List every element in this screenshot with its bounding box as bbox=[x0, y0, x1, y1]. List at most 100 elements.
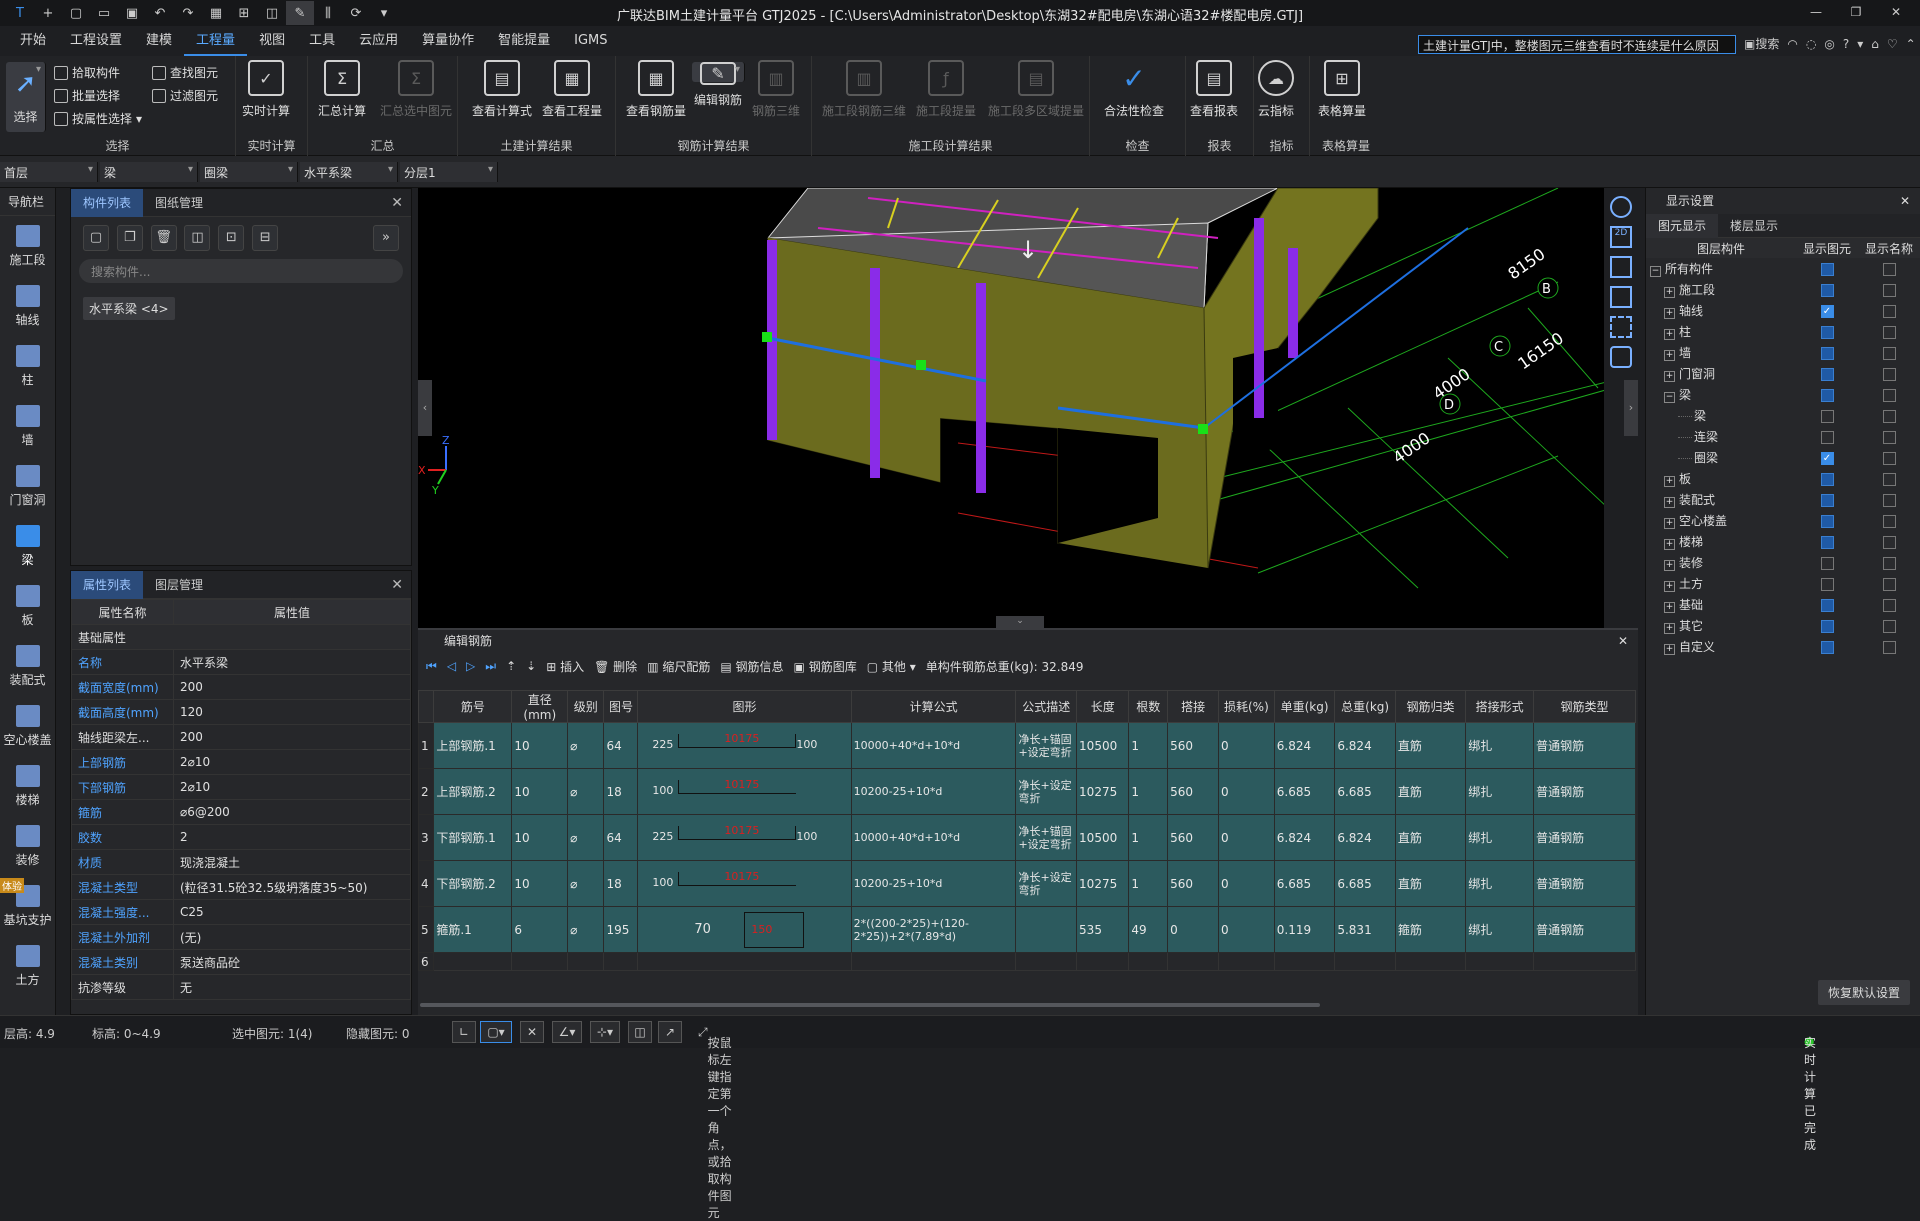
rebar-grade[interactable]: ⌀ bbox=[567, 860, 605, 907]
display-row[interactable]: + 楼梯 bbox=[1646, 531, 1920, 552]
display-row[interactable]: + 自定义 bbox=[1646, 636, 1920, 657]
help-icon[interactable]: ? bbox=[1843, 37, 1849, 51]
last-row-icon[interactable]: ⏭ bbox=[485, 659, 496, 674]
table-calc-button[interactable]: ⊞ 表格算量 bbox=[1318, 60, 1366, 119]
rebar-lap[interactable]: 560 bbox=[1167, 860, 1220, 907]
redo-icon[interactable]: ↷ bbox=[174, 1, 202, 25]
rebar-formula[interactable]: 10000+40*d+10*d bbox=[850, 814, 1017, 861]
empty-cell[interactable] bbox=[1533, 952, 1636, 971]
property-row[interactable]: 名称 水平系梁 bbox=[71, 649, 411, 675]
nav-item-prefab[interactable]: 装配式 bbox=[0, 636, 55, 696]
tab-quantity[interactable]: 工程量 bbox=[184, 26, 248, 56]
property-row[interactable]: 截面高度(mm) 120 bbox=[71, 699, 411, 725]
rebar-count[interactable]: 1 bbox=[1128, 860, 1169, 907]
display-row[interactable]: 连梁 bbox=[1646, 426, 1920, 447]
new-icon[interactable]: + bbox=[34, 1, 62, 25]
view-formula-button[interactable]: ▤ 查看计算式 bbox=[472, 60, 532, 119]
rebar-laptype[interactable]: 绑扎 bbox=[1465, 906, 1535, 953]
rebar-row[interactable]: 3 下部钢筋.1 10 ⌀ 64 225 10175 100 10000+40*d+10*d 净长… bbox=[417, 814, 1636, 861]
rebar-loss[interactable]: 0 bbox=[1218, 768, 1275, 815]
property-row[interactable]: 下部钢筋 2⌀10 bbox=[71, 774, 411, 800]
tab-component-list[interactable]: 构件列表 bbox=[71, 188, 144, 217]
property-value[interactable]: (无) bbox=[173, 924, 411, 950]
dropdown-icon[interactable]: ▾ bbox=[370, 1, 398, 25]
collapse-icon[interactable]: − bbox=[1664, 392, 1675, 403]
rebar-row[interactable]: 2 上部钢筋.2 10 ⌀ 18 100 10175 10200-25+10*d 净长+设定弯折… bbox=[417, 768, 1636, 815]
zoom-icon[interactable] bbox=[1610, 346, 1632, 368]
display-row[interactable]: + 土方 bbox=[1646, 573, 1920, 594]
close-icon[interactable]: ✕ bbox=[1618, 630, 1628, 652]
show-name-checkbox[interactable] bbox=[1882, 451, 1896, 465]
other-button[interactable]: ▢ 其他 ▾ bbox=[867, 658, 916, 675]
show-name-checkbox[interactable] bbox=[1882, 640, 1896, 654]
property-value[interactable]: 水平系梁 bbox=[173, 649, 411, 675]
property-value[interactable]: ⌀6@200 bbox=[173, 799, 411, 825]
layer-copy-icon[interactable]: ◫ bbox=[184, 225, 211, 251]
empty-cell[interactable] bbox=[1218, 952, 1275, 971]
rebar-type[interactable]: 普通钢筋 bbox=[1533, 860, 1636, 907]
empty-cell[interactable] bbox=[850, 952, 1017, 971]
feedback-icon[interactable]: ◎ bbox=[1824, 37, 1834, 51]
tab-collab[interactable]: 算量协作 bbox=[410, 26, 486, 56]
collapse-icon[interactable]: − bbox=[1650, 266, 1661, 277]
stage-multi-button[interactable]: ▤ 施工段多区域提量 bbox=[988, 60, 1084, 119]
close-icon[interactable]: ✕ bbox=[391, 577, 403, 593]
rebar-len[interactable]: 535 bbox=[1076, 906, 1130, 953]
tab-modeling[interactable]: 建模 bbox=[134, 26, 184, 56]
rebar-dia[interactable]: 10 bbox=[511, 814, 569, 861]
empty-cell[interactable] bbox=[567, 952, 605, 971]
rebar-laptype[interactable]: 绑扎 bbox=[1465, 814, 1535, 861]
layer-icon[interactable]: ◫ bbox=[258, 1, 286, 25]
component-list-item[interactable]: 水平系梁 <4> bbox=[83, 297, 175, 320]
rebar-dia[interactable]: 10 bbox=[511, 768, 569, 815]
rebar-fig[interactable]: 18 bbox=[603, 768, 639, 815]
edit-icon[interactable]: ✎ bbox=[286, 1, 314, 25]
show-element-checkbox[interactable] bbox=[1820, 388, 1834, 402]
sum-calc-button[interactable]: Σ 汇总计算 bbox=[318, 60, 366, 119]
tab-floor-display[interactable]: 楼层显示 bbox=[1718, 214, 1790, 238]
view-cube-icon[interactable] bbox=[1610, 286, 1632, 308]
nav-item-beam[interactable]: 梁 bbox=[0, 516, 55, 576]
expand-icon[interactable]: + bbox=[1664, 287, 1675, 298]
property-value[interactable]: 2 bbox=[173, 824, 411, 850]
empty-cell[interactable] bbox=[637, 952, 852, 971]
layer-select[interactable]: 分层1 bbox=[400, 162, 498, 182]
rebar-unit[interactable]: 0.119 bbox=[1273, 906, 1336, 953]
rebar-loss[interactable]: 0 bbox=[1218, 860, 1275, 907]
floor-select[interactable]: 首层 bbox=[0, 162, 98, 182]
show-name-checkbox[interactable] bbox=[1882, 346, 1896, 360]
rebar-desc[interactable]: 净长+设定弯折 bbox=[1015, 768, 1078, 815]
expand-icon[interactable]: + bbox=[1664, 539, 1675, 550]
rebar-count[interactable]: 1 bbox=[1128, 814, 1169, 861]
nav-item-stage[interactable]: 施工段 bbox=[0, 216, 55, 276]
model-view[interactable]: ↓ 8150 16150 4000 4000 B C D Z X Y bbox=[418, 188, 1604, 628]
empty-cell[interactable] bbox=[1076, 952, 1130, 971]
display-row[interactable]: 梁 bbox=[1646, 405, 1920, 426]
rebar-laptype[interactable]: 绑扎 bbox=[1465, 722, 1535, 769]
rebar-row[interactable]: 5 箍筋.1 6 ⌀ 195 70 150 2*((200-2*25)+(120-2*25))… bbox=[417, 906, 1636, 953]
show-name-checkbox[interactable] bbox=[1882, 388, 1896, 402]
property-value[interactable]: 无 bbox=[173, 974, 411, 1000]
rebar-fig[interactable]: 18 bbox=[603, 860, 639, 907]
show-name-checkbox[interactable] bbox=[1882, 409, 1896, 423]
show-name-checkbox[interactable] bbox=[1882, 472, 1896, 486]
rebar-type[interactable]: 普通钢筋 bbox=[1533, 814, 1636, 861]
rebar-library-button[interactable]: ▣ 钢筋图库 bbox=[794, 658, 857, 675]
nav-item-wall[interactable]: 墙 bbox=[0, 396, 55, 456]
empty-row[interactable]: 6 bbox=[417, 952, 1636, 971]
display-row[interactable]: + 其它 bbox=[1646, 615, 1920, 636]
rebar-cat[interactable]: 直筋 bbox=[1394, 814, 1467, 861]
tab-smart[interactable]: 智能提量 bbox=[486, 26, 562, 56]
help-search-input[interactable]: 土建计量GTJ中，整楼图元三维查看时不连续是什么原因 bbox=[1418, 35, 1736, 54]
display-row[interactable]: + 门窗洞 bbox=[1646, 363, 1920, 384]
right-collapse-handle[interactable]: › bbox=[1624, 380, 1638, 436]
3d-view-icon[interactable] bbox=[1610, 256, 1632, 278]
tab-layer-manage[interactable]: 图层管理 bbox=[143, 571, 215, 599]
display-row[interactable]: 圈梁 ✓ bbox=[1646, 447, 1920, 468]
rebar-count[interactable]: 49 bbox=[1128, 906, 1169, 953]
property-value[interactable]: 120 bbox=[173, 699, 411, 725]
show-element-checkbox[interactable] bbox=[1820, 535, 1834, 549]
select-by-attr-button[interactable]: 按属性选择 ▾ bbox=[54, 110, 142, 127]
import-icon[interactable]: ⊡ bbox=[218, 225, 245, 251]
rebar-name[interactable]: 上部钢筋.1 bbox=[433, 722, 513, 769]
